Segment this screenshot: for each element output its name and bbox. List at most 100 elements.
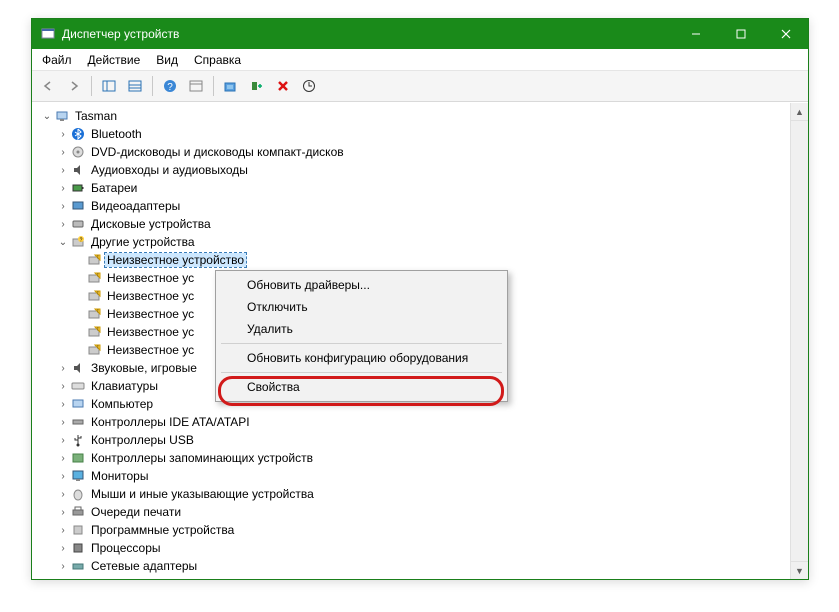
forward-button[interactable] xyxy=(62,74,86,98)
menu-help[interactable]: Справка xyxy=(186,51,249,69)
chevron-right-icon[interactable]: › xyxy=(56,453,70,464)
toolbar-separator xyxy=(91,76,92,96)
maximize-button[interactable] xyxy=(718,19,763,49)
back-button[interactable] xyxy=(36,74,60,98)
context-update-drivers[interactable]: Обновить драйверы... xyxy=(219,274,504,296)
chevron-right-icon[interactable]: › xyxy=(56,381,70,392)
disk-icon xyxy=(70,216,86,232)
context-separator xyxy=(221,372,502,373)
tree-category[interactable]: › Контроллеры IDE ATA/ATAPI xyxy=(34,413,808,431)
unknown-device-icon: ! xyxy=(86,342,102,358)
minimize-button[interactable] xyxy=(673,19,718,49)
chevron-right-icon[interactable]: › xyxy=(56,399,70,410)
chevron-right-icon[interactable]: › xyxy=(56,363,70,374)
audio-icon xyxy=(70,162,86,178)
usb-icon xyxy=(70,432,86,448)
chevron-right-icon[interactable]: › xyxy=(56,489,70,500)
chevron-right-icon[interactable]: › xyxy=(56,471,70,482)
toolbar-separator xyxy=(152,76,153,96)
chevron-right-icon[interactable]: › xyxy=(56,219,70,230)
tree-category[interactable]: › Видеоадаптеры xyxy=(34,197,808,215)
tree-item-unknown[interactable]: ! Неизвестное устройство xyxy=(34,251,808,269)
tree-label: Неизвестное ус xyxy=(105,271,196,285)
tree-label: Неизвестное ус xyxy=(105,289,196,303)
unknown-device-icon: ! xyxy=(86,270,102,286)
tree-label: Сетевые адаптеры xyxy=(89,559,199,573)
context-properties[interactable]: Свойства xyxy=(219,376,504,398)
scroll-up-button[interactable]: ▲ xyxy=(791,103,808,121)
action-button[interactable] xyxy=(184,74,208,98)
unknown-device-icon: ! xyxy=(86,324,102,340)
chevron-right-icon[interactable]: › xyxy=(56,147,70,158)
uninstall-button[interactable] xyxy=(271,74,295,98)
tree-category[interactable]: › Bluetooth xyxy=(34,125,808,143)
svg-text:!: ! xyxy=(97,309,98,315)
svg-text:?: ? xyxy=(167,82,173,93)
chevron-down-icon[interactable]: ⌄ xyxy=(40,111,54,122)
tree-category[interactable]: › Мониторы xyxy=(34,467,808,485)
close-button[interactable] xyxy=(763,19,808,49)
chevron-right-icon[interactable]: › xyxy=(56,507,70,518)
tree-category[interactable]: › Контроллеры запоминающих устройств xyxy=(34,449,808,467)
svg-text:?: ? xyxy=(80,238,83,244)
tree-category[interactable]: › Процессоры xyxy=(34,539,808,557)
tree-label: Программные устройства xyxy=(89,523,236,537)
tree-category[interactable]: › Аудиовходы и аудиовыходы xyxy=(34,161,808,179)
tree-root[interactable]: ⌄ Tasman xyxy=(34,107,808,125)
scroll-down-button[interactable]: ▼ xyxy=(791,561,808,579)
app-icon xyxy=(40,26,56,42)
update-driver-button[interactable] xyxy=(297,74,321,98)
keyboard-icon xyxy=(70,378,86,394)
tree-label: Другие устройства xyxy=(89,235,197,249)
properties-button[interactable] xyxy=(123,74,147,98)
help-button[interactable]: ? xyxy=(158,74,182,98)
svg-text:!: ! xyxy=(97,327,98,333)
tree-category[interactable]: › Сетевые адаптеры xyxy=(34,557,808,575)
chevron-right-icon[interactable]: › xyxy=(56,561,70,572)
printer-icon xyxy=(70,504,86,520)
context-delete[interactable]: Удалить xyxy=(219,318,504,340)
tree-label: Процессоры xyxy=(89,541,163,555)
bluetooth-icon xyxy=(70,126,86,142)
context-separator xyxy=(221,343,502,344)
scan-button[interactable] xyxy=(219,74,243,98)
chevron-right-icon[interactable]: › xyxy=(56,417,70,428)
sound-icon xyxy=(70,360,86,376)
chevron-right-icon[interactable]: › xyxy=(56,201,70,212)
context-scan-hardware[interactable]: Обновить конфигурацию оборудования xyxy=(219,347,504,369)
chevron-down-icon[interactable]: ⌄ xyxy=(56,237,70,248)
tree-category[interactable]: › Очереди печати xyxy=(34,503,808,521)
chevron-right-icon[interactable]: › xyxy=(56,525,70,536)
tree-category[interactable]: › Контроллеры USB xyxy=(34,431,808,449)
tree-category[interactable]: › Батареи xyxy=(34,179,808,197)
other-devices-icon: ? xyxy=(70,234,86,250)
tree-category-other[interactable]: ⌄ ? Другие устройства xyxy=(34,233,808,251)
tree-label: Батареи xyxy=(89,181,139,195)
tree-label: Неизвестное ус xyxy=(105,343,196,357)
chevron-right-icon[interactable]: › xyxy=(56,435,70,446)
tree-label: Tasman xyxy=(73,109,119,123)
add-legacy-button[interactable] xyxy=(245,74,269,98)
tree-label: Очереди печати xyxy=(89,505,183,519)
tree-label: Аудиовходы и аудиовыходы xyxy=(89,163,250,177)
menu-view[interactable]: Вид xyxy=(148,51,186,69)
tree-category[interactable]: › Мыши и иные указывающие устройства xyxy=(34,485,808,503)
tree-category[interactable]: › Программные устройства xyxy=(34,521,808,539)
titlebar: Диспетчер устройств xyxy=(32,19,808,49)
chevron-right-icon[interactable]: › xyxy=(56,165,70,176)
tree-label: Мониторы xyxy=(89,469,150,483)
mouse-icon xyxy=(70,486,86,502)
vertical-scrollbar[interactable]: ▲ ▼ xyxy=(790,103,808,579)
tree-label: Мыши и иные указывающие устройства xyxy=(89,487,316,501)
show-hide-button[interactable] xyxy=(97,74,121,98)
tree-category[interactable]: › DVD-дисководы и дисководы компакт-диск… xyxy=(34,143,808,161)
menu-file[interactable]: Файл xyxy=(34,51,80,69)
context-disable[interactable]: Отключить xyxy=(219,296,504,318)
unknown-device-icon: ! xyxy=(86,252,102,268)
chevron-right-icon[interactable]: › xyxy=(56,183,70,194)
toolbar-separator xyxy=(213,76,214,96)
tree-category[interactable]: › Дисковые устройства xyxy=(34,215,808,233)
chevron-right-icon[interactable]: › xyxy=(56,543,70,554)
chevron-right-icon[interactable]: › xyxy=(56,129,70,140)
menu-action[interactable]: Действие xyxy=(80,51,149,69)
